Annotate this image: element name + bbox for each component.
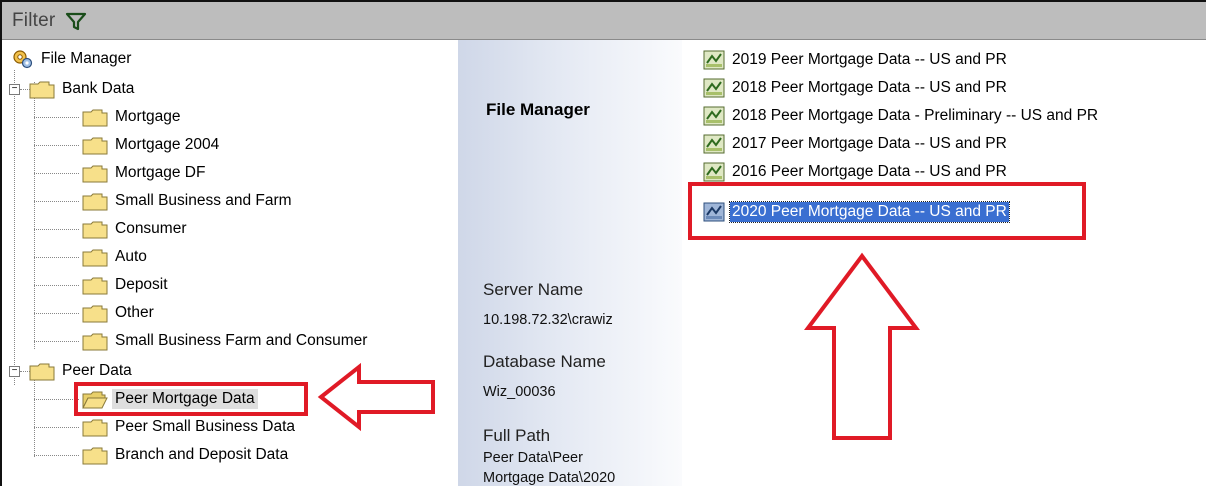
file-item-2018-preliminary[interactable]: 2018 Peer Mortgage Data - Preliminary --… (702, 102, 1100, 130)
tree-root[interactable]: File Manager (12, 45, 134, 73)
tree-connector (34, 145, 79, 146)
highlight-box-file (688, 182, 1086, 240)
file-item-2017[interactable]: 2017 Peer Mortgage Data -- US and PR (702, 130, 1009, 158)
tree-group-label[interactable]: Bank Data (59, 79, 137, 99)
folder-icon (82, 165, 108, 183)
tree-item-deposit[interactable]: Deposit (82, 271, 171, 299)
tree-group-label[interactable]: Peer Data (59, 361, 135, 381)
tree-item-label[interactable]: Consumer (112, 219, 190, 239)
database-name-value: Wiz_00036 (483, 384, 556, 400)
data-file-icon (703, 134, 725, 154)
full-path-label: Full Path (483, 426, 551, 445)
tree-connector (34, 201, 79, 202)
file-item-2019[interactable]: 2019 Peer Mortgage Data -- US and PR (702, 46, 1009, 74)
tree-connector (34, 377, 35, 457)
folder-icon (82, 447, 108, 465)
filter-label[interactable]: Filter (12, 10, 55, 32)
tree-group-bank-data[interactable]: Bank Data (29, 75, 137, 103)
tree-item-label[interactable]: Peer Small Business Data (112, 417, 298, 437)
tree-item-mortgage-df[interactable]: Mortgage DF (82, 159, 208, 187)
tree-item-peer-small-business-data[interactable]: Peer Small Business Data (82, 413, 298, 441)
tree-item-consumer[interactable]: Consumer (82, 215, 190, 243)
folder-icon (82, 305, 108, 323)
folder-icon (82, 333, 108, 351)
tree-item-mortgage-2004[interactable]: Mortgage 2004 (82, 131, 222, 159)
tree-item-mortgage[interactable]: Mortgage (82, 103, 183, 131)
tree-item-label[interactable]: Mortgage 2004 (112, 135, 222, 155)
tree-connector (34, 117, 79, 118)
folder-icon (29, 363, 55, 381)
tree-connector (34, 455, 79, 456)
tree-connector (34, 257, 79, 258)
file-item-label[interactable]: 2019 Peer Mortgage Data -- US and PR (730, 50, 1009, 70)
folder-icon (82, 109, 108, 127)
tree-connector (34, 82, 35, 349)
full-path-value-line1: Peer Data\Peer (483, 450, 583, 466)
up-arrow-annotation (804, 252, 920, 440)
file-item-label[interactable]: 2018 Peer Mortgage Data -- US and PR (730, 78, 1009, 98)
folder-icon (82, 249, 108, 267)
left-arrow-annotation (317, 362, 435, 432)
filter-bar[interactable]: Filter (2, 2, 1206, 40)
filter-funnel-icon[interactable] (65, 12, 87, 32)
details-sidebar: File Manager Server Name 10.198.72.32\cr… (458, 40, 682, 486)
data-file-icon (703, 106, 725, 126)
server-name-label: Server Name (483, 280, 584, 299)
tree-item-label[interactable]: Other (112, 303, 157, 323)
tree-item-label[interactable]: Branch and Deposit Data (112, 445, 291, 465)
file-item-label[interactable]: 2016 Peer Mortgage Data -- US and PR (730, 162, 1009, 182)
tree-item-label[interactable]: Auto (112, 247, 150, 267)
app-window: Filter File Manager − Bank Data Mortgage… (0, 0, 1206, 486)
data-file-icon (703, 162, 725, 182)
tree-root-label[interactable]: File Manager (38, 49, 134, 69)
tree-connector (14, 70, 15, 385)
server-name-value: 10.198.72.32\crawiz (483, 312, 613, 328)
tree-connector (34, 173, 79, 174)
file-item-label[interactable]: 2017 Peer Mortgage Data -- US and PR (730, 134, 1009, 154)
collapse-toggle-peer-data[interactable]: − (9, 366, 20, 377)
tree-connector (34, 229, 79, 230)
tree-item-small-business-farm[interactable]: Small Business and Farm (82, 187, 295, 215)
folder-icon (82, 277, 108, 295)
tree-item-auto[interactable]: Auto (82, 243, 150, 271)
tree-connector (34, 313, 79, 314)
tree-item-label[interactable]: Small Business and Farm (112, 191, 295, 211)
collapse-toggle-bank-data[interactable]: − (9, 84, 20, 95)
tree-item-other[interactable]: Other (82, 299, 157, 327)
database-name-label: Database Name (483, 352, 606, 371)
folder-icon (82, 193, 108, 211)
file-item-2018[interactable]: 2018 Peer Mortgage Data -- US and PR (702, 74, 1009, 102)
file-item-label[interactable]: 2018 Peer Mortgage Data - Preliminary --… (730, 106, 1100, 126)
data-file-icon (703, 78, 725, 98)
folder-icon (82, 221, 108, 239)
tree-connector (34, 341, 79, 342)
tree-item-label[interactable]: Mortgage (112, 107, 183, 127)
file-manager-icon (13, 50, 33, 69)
tree-connector (34, 285, 79, 286)
tree-group-peer-data[interactable]: Peer Data (29, 357, 135, 385)
details-title: File Manager (486, 100, 590, 119)
folder-icon (29, 81, 55, 99)
tree-item-label[interactable]: Deposit (112, 275, 171, 295)
tree-item-label[interactable]: Mortgage DF (112, 163, 208, 183)
folder-icon (82, 419, 108, 437)
highlight-box-tree (74, 382, 308, 416)
tree-connector (34, 399, 79, 400)
tree-item-small-business-farm-consumer[interactable]: Small Business Farm and Consumer (82, 327, 370, 355)
data-file-icon (703, 50, 725, 70)
tree-item-label[interactable]: Small Business Farm and Consumer (112, 331, 370, 351)
tree-item-branch-deposit-data[interactable]: Branch and Deposit Data (82, 441, 291, 469)
tree-connector (34, 427, 79, 428)
folder-icon (82, 137, 108, 155)
full-path-value-line2: Mortgage Data\2020 (483, 470, 616, 486)
